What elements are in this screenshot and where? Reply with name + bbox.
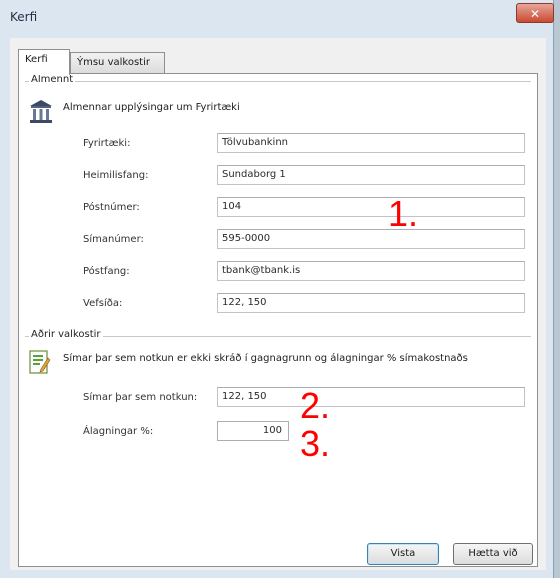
- annotation-3: 3.: [300, 423, 331, 464]
- cancel-button[interactable]: Hætta við: [453, 543, 533, 565]
- address-field[interactable]: Sundaborg 1: [217, 165, 525, 185]
- label-email: Póstfang:: [83, 266, 130, 277]
- general-description: Almennar upplýsingar um Fyrirtæki: [63, 102, 240, 113]
- dialog-client: Kerfi Ýmsu valkostir Almennt Almennar up…: [10, 38, 546, 570]
- label-phone: Símanúmer:: [83, 234, 144, 245]
- group-separator: [25, 81, 531, 82]
- tab-misc-options[interactable]: Ýmsu valkostir: [70, 52, 165, 73]
- close-button[interactable]: ✕: [516, 3, 554, 23]
- save-button[interactable]: Vista: [367, 543, 439, 565]
- tab-panel: Almennt Almennar upplýsingar um Fyrirtæk…: [18, 73, 538, 567]
- website-field[interactable]: 122, 150: [217, 293, 525, 313]
- group-title-general: Almennt: [29, 74, 76, 85]
- label-address: Heimilisfang:: [83, 170, 149, 181]
- close-icon: ✕: [529, 7, 541, 21]
- other-description: Símar þar sem notkun er ekki skráð í gag…: [63, 353, 468, 364]
- bank-building-icon: [29, 99, 53, 125]
- email-field[interactable]: tbank@tbank.is: [217, 261, 525, 281]
- group-title-other: Aðrir valkostir: [29, 329, 103, 340]
- annotation-2: 2.: [300, 385, 331, 426]
- annotation-1: 1.: [388, 193, 419, 234]
- markup-percent-field[interactable]: 100: [217, 421, 289, 441]
- edit-document-icon: [29, 349, 51, 375]
- window: Kerfi ✕ Kerfi Ýmsu valkostir Almennt Alm…: [0, 0, 554, 578]
- postcode-field[interactable]: 104: [217, 197, 525, 217]
- label-website: Vefsíða:: [83, 298, 123, 309]
- label-postcode: Póstnúmer:: [83, 202, 140, 213]
- window-title: Kerfi: [10, 10, 38, 24]
- company-field[interactable]: Tölvubankinn: [217, 133, 525, 153]
- phones-usage-field[interactable]: 122, 150: [217, 387, 525, 407]
- label-phones-usage: Símar þar sem notkun:: [83, 392, 198, 403]
- label-company: Fyrirtæki:: [83, 138, 131, 149]
- tab-kerfi[interactable]: Kerfi: [18, 49, 70, 75]
- title-bar[interactable]: Kerfi ✕: [0, 0, 554, 38]
- phone-field[interactable]: 595-0000: [217, 229, 525, 249]
- label-markup-percent: Álagningar %:: [83, 426, 154, 437]
